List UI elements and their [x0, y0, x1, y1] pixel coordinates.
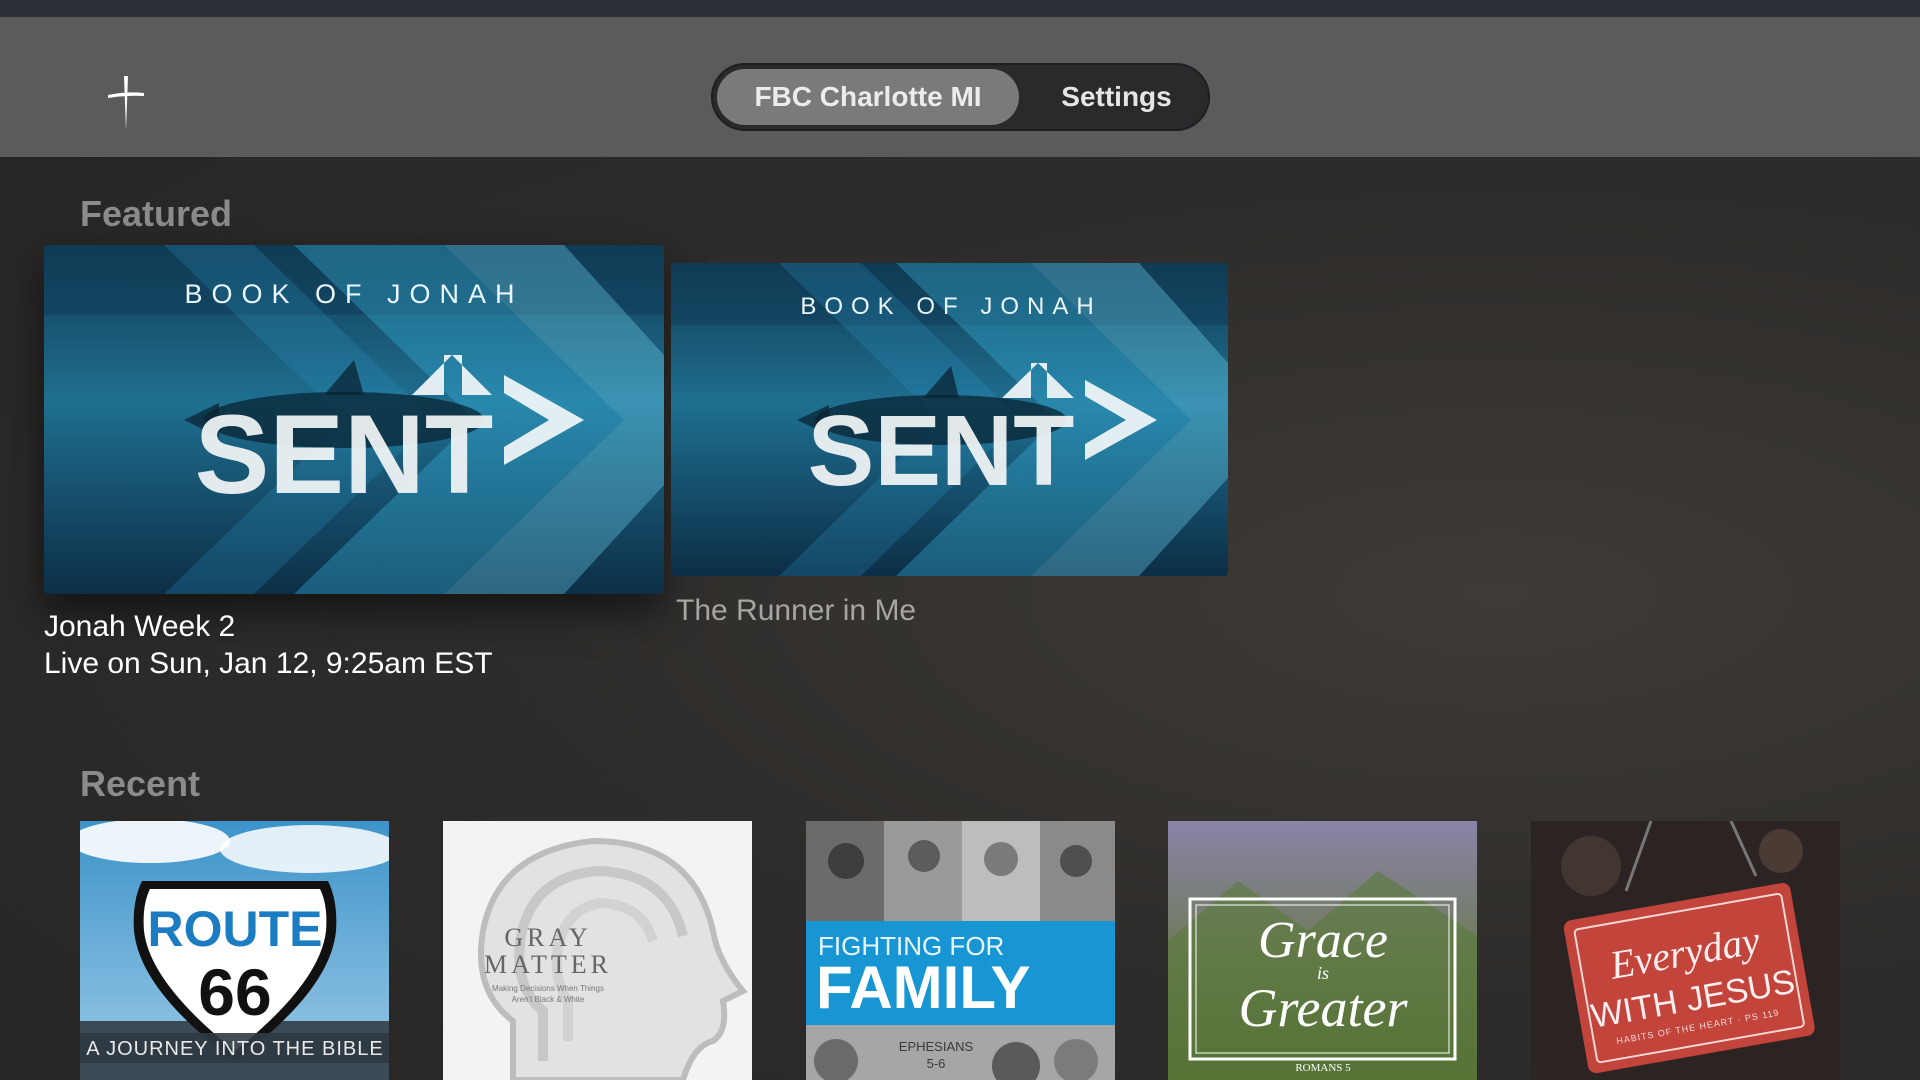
featured-section-title: Featured — [80, 193, 233, 234]
art-top-text: BOOK OF JONAH — [184, 279, 523, 309]
tab-settings[interactable]: Settings — [1029, 69, 1204, 125]
art-main-text: GRAY — [504, 923, 591, 952]
art-sub2-text: Aren't Black & White — [512, 995, 585, 1004]
segmented-tab-bar: FBC Charlotte MI Settings — [711, 63, 1210, 131]
recent-item-fighting-for-family[interactable]: FIGHTING FOR FAMILY EPHESIANS 5-6 — [806, 821, 1115, 1080]
recent-item-everyday-with-jesus[interactable]: Everyday WITH JESUS HABITS OF THE HEART … — [1531, 821, 1840, 1080]
art-main-text: ROUTE — [148, 901, 323, 957]
art-main2-text: FAMILY — [816, 954, 1030, 1021]
everyday-with-jesus-artwork: Everyday WITH JESUS HABITS OF THE HEART … — [1531, 821, 1840, 1080]
recent-item-route-66[interactable]: ROUTE 66 A JOURNEY INTO THE BIBLE — [80, 821, 389, 1080]
recent-item-grace-is-greater[interactable]: Grace is Greater ROMANS 5 — [1168, 821, 1477, 1080]
recent-item-gray-matter[interactable]: GRAY MATTER Making Decisions When Things… — [443, 821, 752, 1080]
art-top-text: BOOK OF JONAH — [800, 293, 1101, 320]
jonah-artwork: BOOK OF JONAH SENT — [44, 245, 664, 594]
grace-is-greater-artwork: Grace is Greater ROMANS 5 — [1168, 821, 1477, 1080]
cross-logo-icon — [104, 74, 148, 132]
tab-fbc-charlotte-mi[interactable]: FBC Charlotte MI — [717, 69, 1019, 125]
featured-item-title: The Runner in Me — [676, 594, 917, 627]
featured-item-subtitle: Live on Sun, Jan 12, 9:25am EST — [44, 647, 493, 680]
gray-matter-artwork: GRAY MATTER Making Decisions When Things… — [443, 821, 752, 1080]
jonah-artwork: BOOK OF JONAH SENT — [671, 263, 1228, 576]
art-sub-text: Making Decisions When Things — [492, 984, 604, 993]
top-bar: FBC Charlotte MI Settings — [0, 17, 1920, 157]
featured-card-runner-in-me[interactable]: BOOK OF JONAH SENT — [671, 263, 1228, 576]
route-66-artwork: ROUTE 66 A JOURNEY INTO THE BIBLE — [80, 821, 389, 1080]
fighting-for-family-artwork: FIGHTING FOR FAMILY EPHESIANS 5-6 — [806, 821, 1115, 1080]
top-strip — [0, 0, 1920, 17]
art-number-text: 66 — [198, 955, 271, 1029]
recent-section-title: Recent — [80, 763, 201, 804]
art-sub2-text: 5-6 — [927, 1056, 946, 1071]
art-main2-text: Greater — [1239, 978, 1409, 1038]
art-sub-text: EPHESIANS — [899, 1039, 974, 1054]
art-main-text: SENT — [808, 395, 1075, 507]
art-sub-text: ROMANS 5 — [1295, 1062, 1351, 1074]
art-main-text: SENT — [195, 392, 494, 517]
art-sub-text: A JOURNEY INTO THE BIBLE — [86, 1038, 383, 1060]
featured-item-title: Jonah Week 2 — [44, 610, 236, 643]
art-main2-text: MATTER — [484, 950, 612, 979]
featured-card-jonah-week-2[interactable]: BOOK OF JONAH SENT — [44, 245, 664, 594]
art-main-text: Grace — [1258, 912, 1388, 969]
